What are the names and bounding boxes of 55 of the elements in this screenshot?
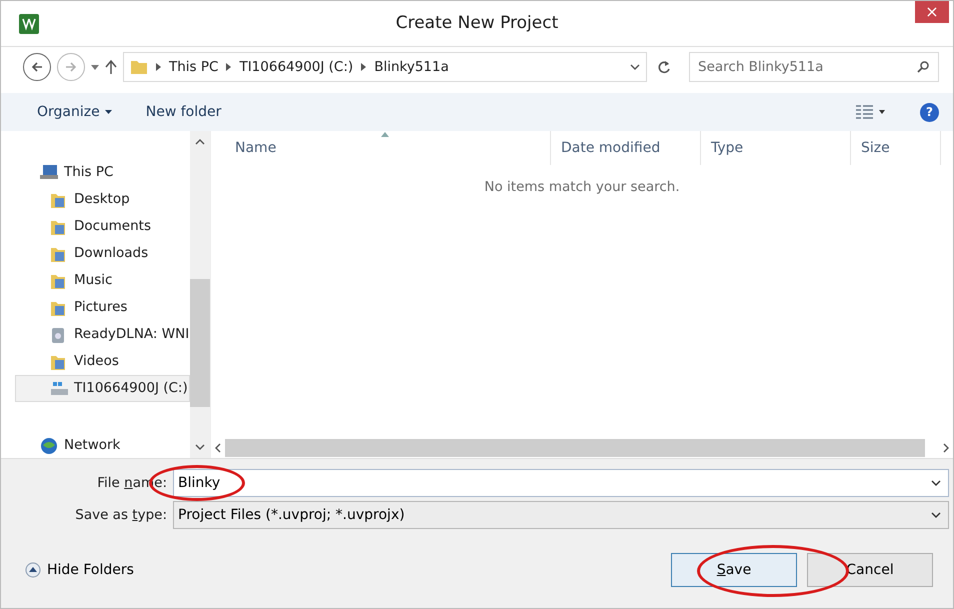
- sidebar-item[interactable]: Music: [15, 267, 190, 294]
- close-button[interactable]: ×: [915, 1, 949, 23]
- up-arrow-icon: [105, 60, 117, 74]
- computer-icon: [40, 164, 58, 182]
- new-folder-button[interactable]: New folder: [146, 102, 222, 122]
- refresh-icon[interactable]: [657, 59, 671, 75]
- folder-icon: [130, 58, 148, 76]
- sidebar-item[interactable]: Downloads: [15, 240, 190, 267]
- breadcrumb-arrow-icon: [226, 63, 232, 71]
- help-button[interactable]: ?: [920, 102, 939, 122]
- hide-folders-button[interactable]: Hide Folders: [25, 560, 134, 580]
- empty-message: No items match your search.: [483, 178, 681, 197]
- breadcrumb-item[interactable]: TI10664900J (C:): [239, 56, 354, 78]
- breadcrumb-arrow-icon: [361, 63, 366, 71]
- chevron-down-icon: [931, 480, 941, 486]
- column-header[interactable]: Date modified: [551, 131, 701, 165]
- right-arrow-icon: [65, 61, 77, 73]
- chevron-down-icon: [630, 64, 640, 70]
- save-button[interactable]: Save: [671, 553, 797, 587]
- globe-icon: [40, 436, 58, 454]
- vertical-scrollbar[interactable]: [190, 131, 210, 458]
- drive-icon: [50, 380, 68, 398]
- scroll-right-icon: [943, 443, 949, 453]
- sidebar-item[interactable]: Documents: [15, 213, 190, 240]
- file-name-field[interactable]: Blinky: [173, 469, 949, 497]
- scroll-down-icon: [195, 444, 206, 450]
- app-logo-icon: [19, 14, 39, 34]
- view-options-icon[interactable]: [856, 105, 886, 119]
- sort-arrow-icon: [380, 132, 388, 137]
- sidebar-item[interactable]: ReadyDLNA: WNI: [15, 321, 190, 348]
- window-title: Create New Project: [394, 12, 560, 35]
- breadcrumb-item[interactable]: This PC: [169, 56, 218, 78]
- chevron-down-icon: [931, 512, 941, 518]
- sidebar-item[interactable]: Network: [15, 432, 190, 459]
- search-icon: [917, 61, 929, 73]
- scroll-left-icon: [215, 443, 221, 453]
- dropdown-caret-icon: [91, 64, 99, 70]
- file-type-dropdown[interactable]: Project Files (*.uvproj; *.uvprojx): [173, 501, 949, 529]
- column-header[interactable]: Name: [211, 131, 551, 165]
- sidebar-item[interactable]: Pictures: [15, 294, 190, 321]
- scroll-up-icon: [195, 139, 206, 145]
- breadcrumb-item[interactable]: Blinky511a: [374, 56, 449, 78]
- sidebar-item[interactable]: Videos: [15, 348, 190, 375]
- column-header[interactable]: Type: [701, 131, 851, 165]
- sidebar-item[interactable]: TI10664900J (C:): [15, 375, 190, 402]
- left-arrow-icon: [31, 61, 43, 73]
- search-field[interactable]: Search Blinky511a: [689, 52, 939, 82]
- field-label: Save as type:: [74, 506, 167, 525]
- back-button[interactable]: [23, 53, 51, 81]
- sidebar-item[interactable]: This PC: [15, 159, 190, 186]
- caret-icon: [104, 110, 112, 114]
- sidebar-item[interactable]: Desktop: [15, 186, 190, 213]
- breadcrumb-arrow-icon: [156, 63, 161, 71]
- organize-menu[interactable]: Organize: [37, 102, 112, 122]
- column-header[interactable]: Size: [851, 131, 941, 165]
